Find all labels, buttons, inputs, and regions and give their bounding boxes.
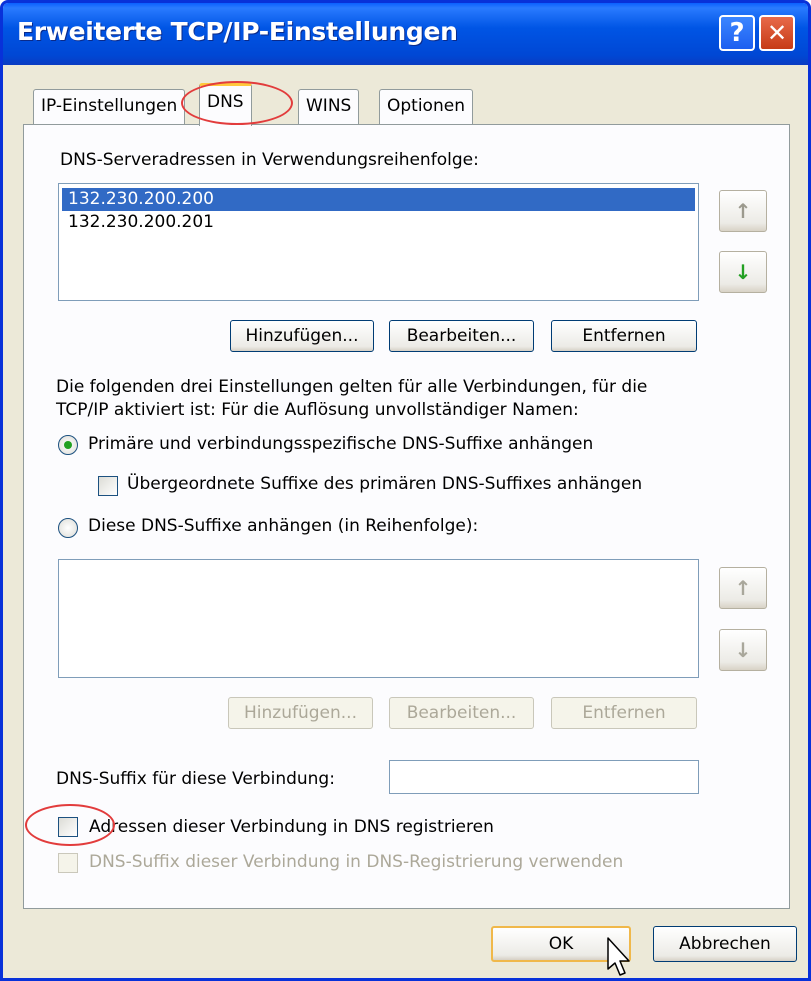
arrow-down-icon: ↓	[734, 260, 752, 284]
parent-suffix-checkbox[interactable]	[98, 476, 118, 496]
remove-server-button[interactable]: Entfernen	[551, 320, 697, 352]
radio-these-suffixes-label: Diese DNS-Suffixe anhängen (in Reihenfol…	[88, 516, 479, 536]
arrow-down-icon: ↓	[734, 638, 752, 662]
tab-optionen[interactable]: Optionen	[379, 89, 473, 125]
use-suffix-label: DNS-Suffix dieser Verbindung in DNS-Regi…	[89, 852, 624, 872]
title-bar: Erweiterte TCP/IP-Einstellungen ? ✕	[3, 3, 808, 65]
tab-label: DNS	[207, 92, 244, 112]
arrow-up-icon: ↑	[734, 576, 752, 600]
edit-suffix-button: Bearbeiten...	[389, 697, 534, 729]
info-text-line1: Die folgenden drei Einstellungen gelten …	[56, 377, 648, 397]
tab-label: IP-Einstellungen	[41, 96, 178, 116]
help-icon: ?	[729, 18, 745, 48]
parent-suffix-label: Übergeordnete Suffixe des primären DNS-S…	[127, 474, 643, 494]
connection-suffix-label: DNS-Suffix für diese Verbindung:	[56, 769, 335, 789]
move-up-button[interactable]: ↑	[719, 190, 767, 232]
suffix-move-down-button: ↓	[719, 629, 767, 671]
move-down-button[interactable]: ↓	[719, 251, 767, 293]
ok-label: OK	[548, 934, 574, 954]
tab-dns[interactable]: DNS	[199, 83, 252, 126]
register-dns-label: Adressen dieser Verbindung in DNS regist…	[89, 817, 494, 837]
add-suffix-button: Hinzufügen...	[228, 697, 373, 729]
list-item[interactable]: 132.230.200.201	[62, 211, 695, 234]
add-server-button[interactable]: Hinzufügen...	[230, 320, 374, 352]
list-item[interactable]: 132.230.200.200	[62, 188, 695, 211]
radio-primary-suffixes[interactable]	[58, 435, 78, 455]
mouse-pointer-icon	[607, 937, 630, 976]
cancel-button[interactable]: Abbrechen	[653, 926, 797, 962]
close-button[interactable]: ✕	[759, 15, 795, 51]
dns-suffix-listbox[interactable]	[58, 559, 699, 678]
use-suffix-checkbox	[58, 853, 78, 873]
radio-primary-label: Primäre und verbindungsspezifische DNS-S…	[88, 434, 594, 454]
remove-suffix-button: Entfernen	[551, 697, 697, 729]
radio-selected-dot	[64, 441, 72, 449]
tab-label: Optionen	[387, 96, 465, 116]
info-text-line2: TCP/IP aktiviert ist: Für die Auflösung …	[56, 400, 579, 420]
dns-server-listbox[interactable]: 132.230.200.200 132.230.200.201	[58, 183, 699, 301]
tab-label: WINS	[306, 96, 352, 116]
radio-these-suffixes[interactable]	[58, 518, 78, 538]
dns-server-list-label: DNS-Serveradressen in Verwendungsreihenf…	[60, 150, 479, 170]
tab-wins[interactable]: WINS	[298, 89, 360, 125]
close-icon: ✕	[766, 19, 788, 47]
register-dns-checkbox[interactable]	[58, 817, 78, 837]
help-button[interactable]: ?	[719, 15, 755, 51]
edit-server-button[interactable]: Bearbeiten...	[389, 320, 534, 352]
connection-suffix-input[interactable]	[389, 760, 699, 794]
tab-ip-einstellungen[interactable]: IP-Einstellungen	[33, 89, 186, 125]
dialog-window: Erweiterte TCP/IP-Einstellungen ? ✕ IP-E…	[0, 0, 811, 981]
suffix-move-up-button: ↑	[719, 567, 767, 609]
arrow-up-icon: ↑	[734, 199, 752, 223]
window-title: Erweiterte TCP/IP-Einstellungen	[17, 17, 458, 46]
